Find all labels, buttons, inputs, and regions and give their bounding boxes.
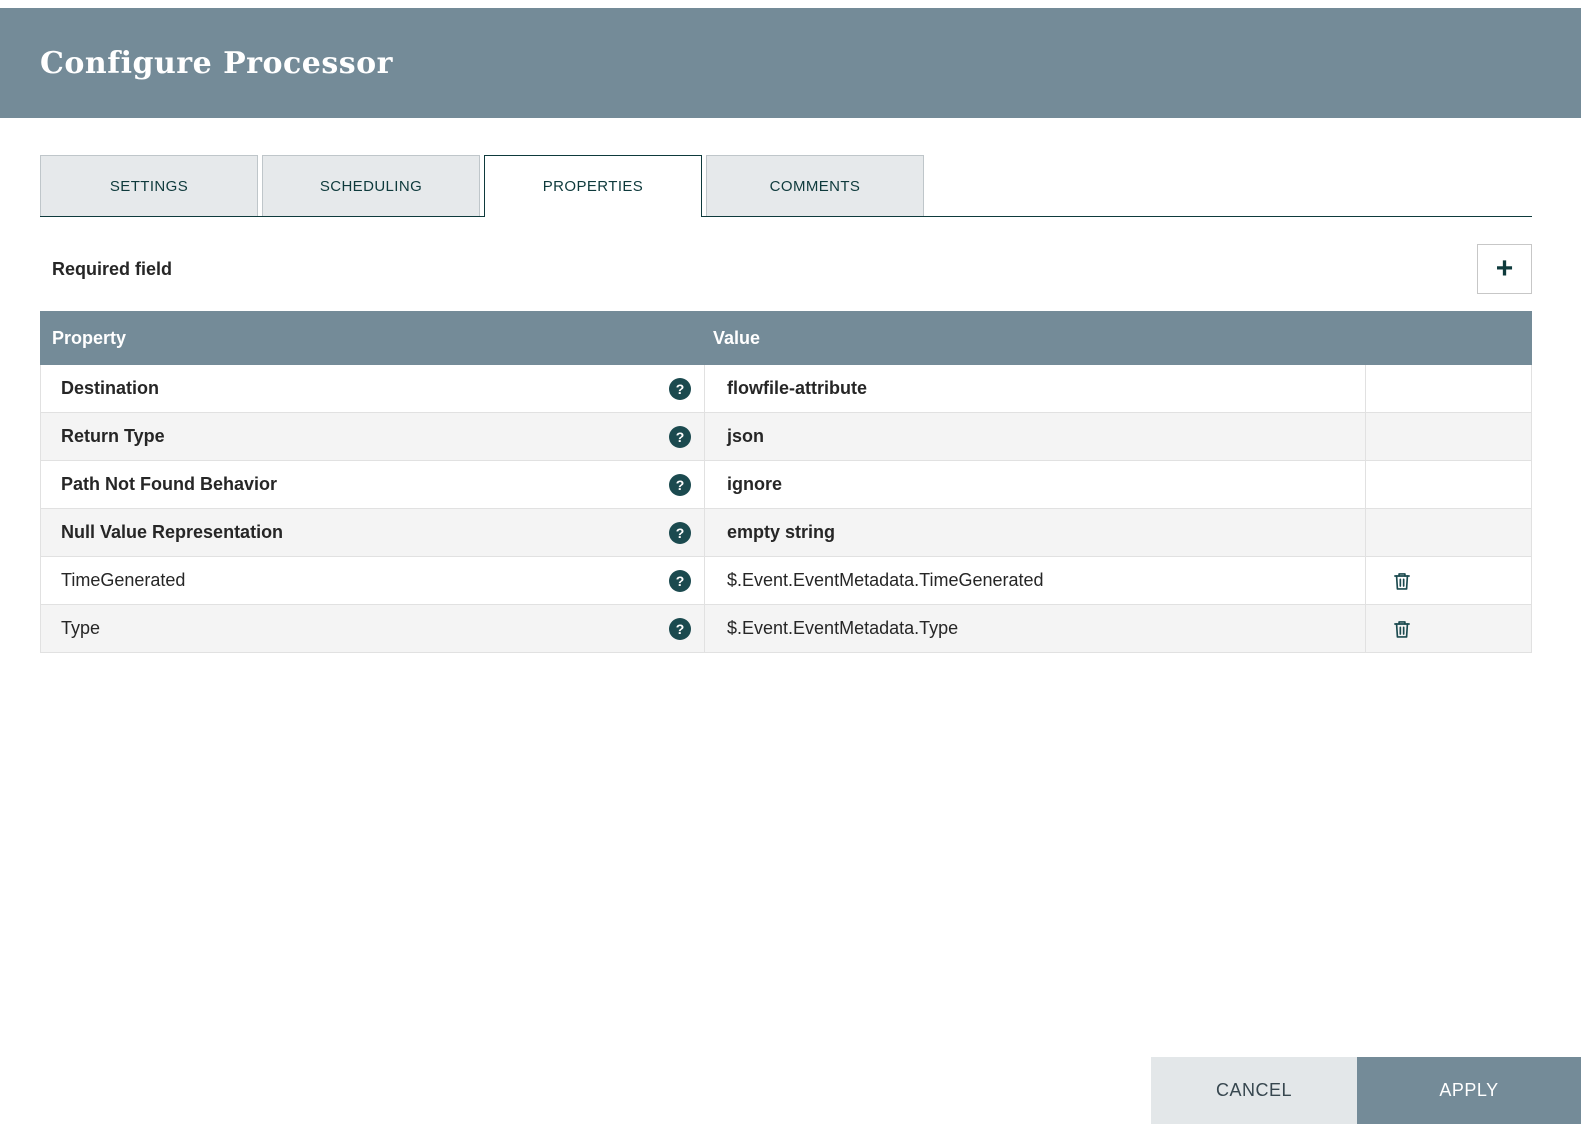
property-value: $.Event.EventMetadata.TimeGenerated [727, 570, 1044, 591]
tab-scheduling-label: SCHEDULING [320, 178, 422, 195]
tab-properties-label: PROPERTIES [543, 178, 643, 195]
property-value: ignore [727, 474, 782, 495]
tab-settings[interactable]: SETTINGS [40, 155, 258, 216]
property-value-cell[interactable]: ignore [705, 461, 1366, 508]
property-value-cell[interactable]: $.Event.EventMetadata.TimeGenerated [705, 557, 1366, 604]
trash-icon [1392, 619, 1412, 639]
property-name-cell: Type ? [41, 605, 705, 652]
trash-icon [1392, 571, 1412, 591]
required-field-label: Required field [40, 259, 172, 280]
properties-table: Property Value Destination ? flowfile-at… [40, 311, 1532, 653]
property-name: Return Type [61, 426, 165, 447]
table-header-row: Property Value [40, 311, 1532, 365]
add-property-button[interactable]: + [1477, 244, 1532, 294]
configure-processor-dialog: Configure Processor SETTINGS SCHEDULING … [0, 0, 1581, 1124]
property-name: Type [61, 618, 100, 639]
row-actions-cell [1366, 365, 1531, 412]
table-row: Path Not Found Behavior ? ignore [41, 461, 1531, 509]
table-toolbar: Required field + [40, 244, 1532, 294]
dialog-title: Configure Processor [40, 46, 393, 81]
property-name: Null Value Representation [61, 522, 283, 543]
table-row: Destination ? flowfile-attribute [41, 365, 1531, 413]
apply-button[interactable]: APPLY [1357, 1057, 1581, 1124]
tab-comments-label: COMMENTS [770, 178, 861, 195]
row-actions-cell [1366, 413, 1531, 460]
row-actions-cell [1366, 509, 1531, 556]
table-row: TimeGenerated ? $.Event.EventMetadata.Ti… [41, 557, 1531, 605]
help-icon[interactable]: ? [669, 570, 691, 592]
tab-comments[interactable]: COMMENTS [706, 155, 924, 216]
plus-icon: + [1496, 254, 1514, 284]
tab-settings-label: SETTINGS [110, 178, 188, 195]
property-name-cell: Return Type ? [41, 413, 705, 460]
property-value: json [727, 426, 764, 447]
property-name-cell: Destination ? [41, 365, 705, 412]
property-value-cell[interactable]: flowfile-attribute [705, 365, 1366, 412]
row-actions-cell [1366, 461, 1531, 508]
property-value: $.Event.EventMetadata.Type [727, 618, 958, 639]
row-actions-cell [1366, 605, 1531, 652]
delete-property-button[interactable] [1392, 571, 1412, 591]
help-icon[interactable]: ? [669, 474, 691, 496]
delete-property-button[interactable] [1392, 619, 1412, 639]
property-name: Destination [61, 378, 159, 399]
table-row: Type ? $.Event.EventMetadata.Type [41, 605, 1531, 653]
property-value-cell[interactable]: empty string [705, 509, 1366, 556]
table-row: Return Type ? json [41, 413, 1531, 461]
property-value: flowfile-attribute [727, 378, 867, 399]
dialog-header: Configure Processor [0, 8, 1581, 118]
property-name-cell: Null Value Representation ? [41, 509, 705, 556]
property-value-cell[interactable]: $.Event.EventMetadata.Type [705, 605, 1366, 652]
property-name: TimeGenerated [61, 570, 185, 591]
dialog-footer: CANCEL APPLY [1151, 1057, 1581, 1124]
column-header-value: Value [705, 328, 1366, 349]
row-actions-cell [1366, 557, 1531, 604]
help-icon[interactable]: ? [669, 618, 691, 640]
help-icon[interactable]: ? [669, 522, 691, 544]
tab-bar: SETTINGS SCHEDULING PROPERTIES COMMENTS [40, 155, 1532, 217]
tab-properties[interactable]: PROPERTIES [484, 155, 702, 216]
property-value: empty string [727, 522, 835, 543]
property-name-cell: TimeGenerated ? [41, 557, 705, 604]
column-header-property: Property [40, 328, 705, 349]
cancel-button[interactable]: CANCEL [1151, 1057, 1357, 1124]
help-icon[interactable]: ? [669, 426, 691, 448]
tab-scheduling[interactable]: SCHEDULING [262, 155, 480, 216]
property-value-cell[interactable]: json [705, 413, 1366, 460]
property-name-cell: Path Not Found Behavior ? [41, 461, 705, 508]
help-icon[interactable]: ? [669, 378, 691, 400]
properties-table-body: Destination ? flowfile-attribute Return … [40, 365, 1532, 653]
properties-panel: Required field + Property Value Destinat… [0, 244, 1581, 653]
property-name: Path Not Found Behavior [61, 474, 277, 495]
table-row: Null Value Representation ? empty string [41, 509, 1531, 557]
